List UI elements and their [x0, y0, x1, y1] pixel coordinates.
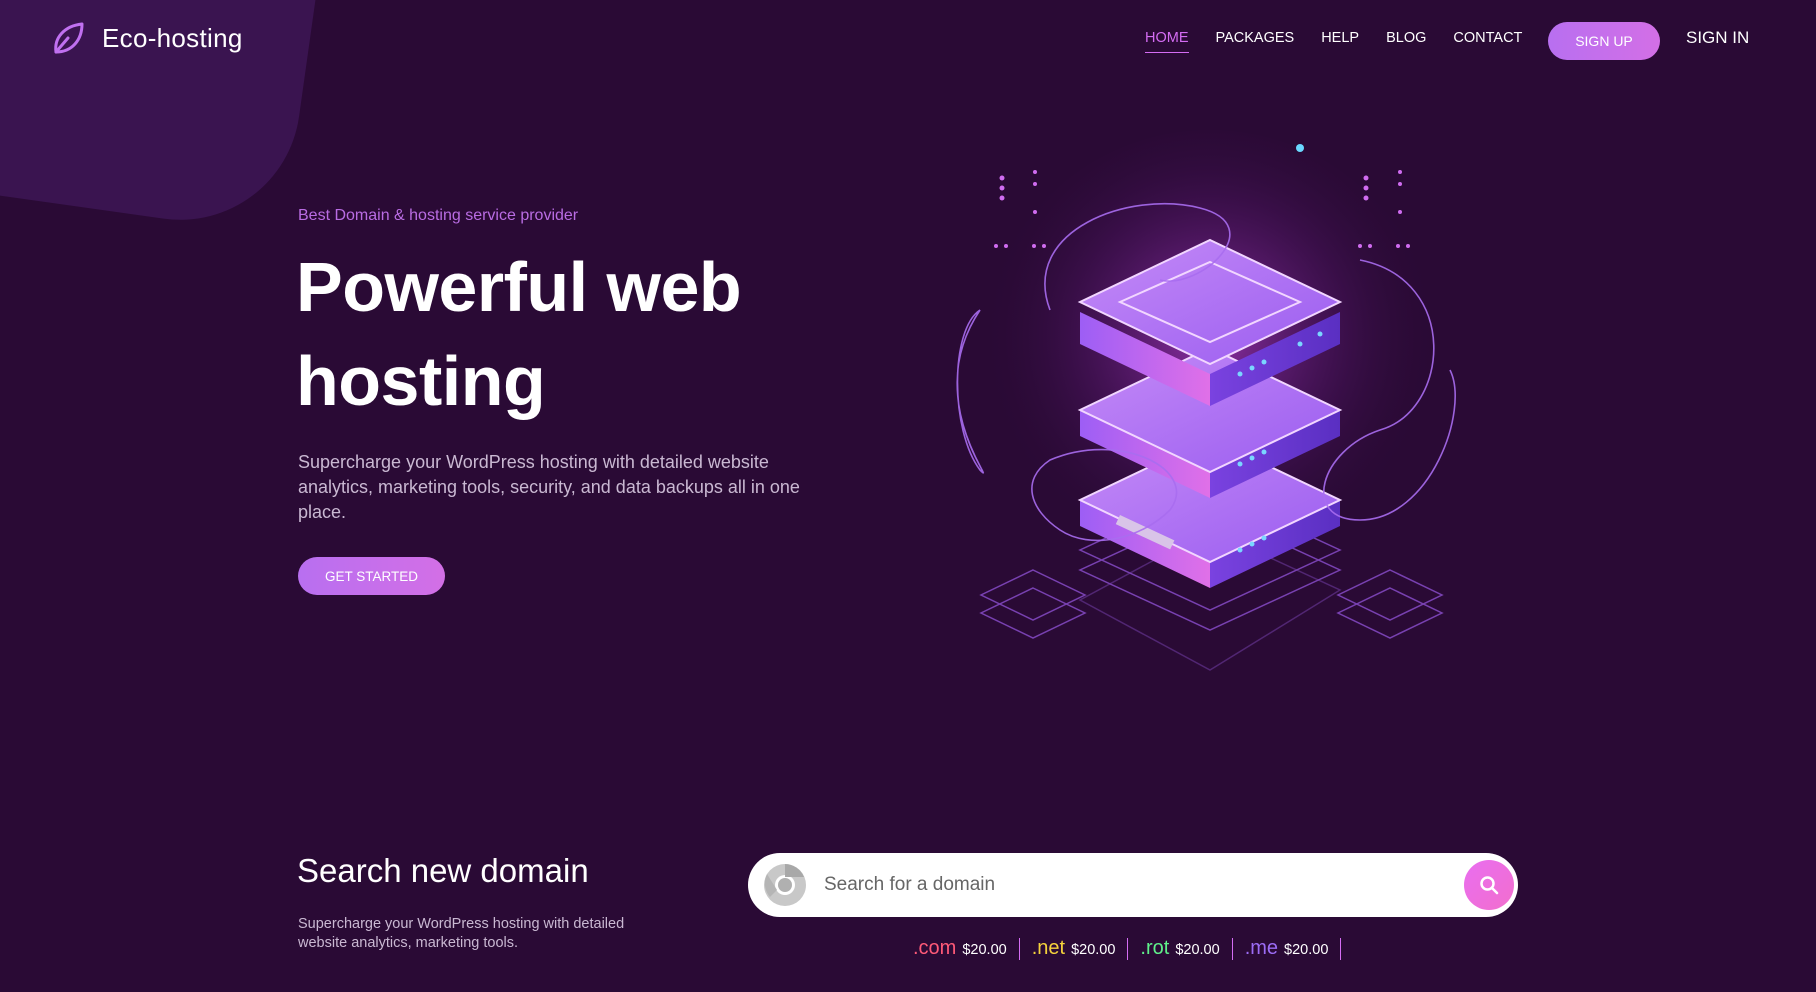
- hero-title: Powerful web hosting: [296, 248, 742, 420]
- get-started-button[interactable]: GET STARTED: [298, 557, 445, 595]
- tld-price: $20.00: [1071, 942, 1116, 958]
- tld-price-list: .com $20.00 .net $20.00 .rot $20.00 .me …: [913, 937, 1342, 960]
- tld-item[interactable]: .com $20.00: [913, 938, 1020, 960]
- hero-description: Supercharge your WordPress hosting with …: [298, 452, 800, 522]
- tld-item[interactable]: .me $20.00: [1233, 938, 1342, 960]
- search-button[interactable]: [1464, 860, 1514, 910]
- sign-in-link[interactable]: SIGN IN: [1686, 28, 1749, 48]
- tld-price: $20.00: [962, 942, 1007, 958]
- search-icon: [1480, 876, 1499, 895]
- nav-item-home[interactable]: HOME: [1145, 30, 1189, 53]
- nav-item-blog[interactable]: BLOG: [1386, 30, 1426, 53]
- tld-name: .net: [1031, 937, 1066, 959]
- domain-search-description: Supercharge your WordPress hosting with …: [298, 916, 625, 951]
- nav-item-help[interactable]: HELP: [1321, 30, 1359, 53]
- tld-name: .rot: [1140, 937, 1170, 959]
- brand-logo[interactable]: Eco-hosting: [50, 20, 243, 56]
- sign-up-button[interactable]: SIGN UP: [1548, 22, 1660, 60]
- main-nav: HOME PACKAGES HELP BLOG CONTACT: [1145, 30, 1522, 53]
- brand-name: Eco-hosting: [102, 22, 243, 53]
- hero-eyebrow: Best Domain & hosting service provider: [298, 207, 579, 224]
- tld-name: .me: [1244, 937, 1279, 959]
- nav-item-packages[interactable]: PACKAGES: [1216, 30, 1295, 53]
- tld-item[interactable]: .rot $20.00: [1128, 937, 1233, 960]
- chrome-icon: [764, 864, 806, 906]
- domain-search-input[interactable]: [824, 874, 1424, 896]
- domain-search-title: Search new domain: [297, 852, 589, 889]
- server-stack-illustration: [956, 130, 1456, 671]
- tld-name: .com: [913, 937, 957, 959]
- tld-item[interactable]: .net $20.00: [1020, 938, 1129, 960]
- nav-item-contact[interactable]: CONTACT: [1453, 30, 1522, 53]
- tld-price: $20.00: [1284, 942, 1329, 958]
- domain-search-box: [748, 853, 1518, 917]
- leaf-icon: [54, 22, 84, 54]
- tld-price: $20.00: [1175, 942, 1220, 958]
